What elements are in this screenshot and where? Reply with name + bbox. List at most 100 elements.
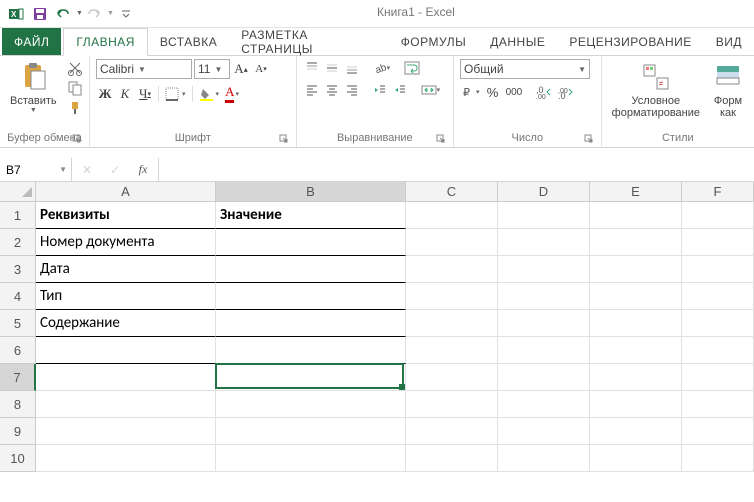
alignment-launcher-icon[interactable] [435, 133, 447, 145]
cell-E10[interactable] [590, 445, 682, 472]
align-middle-button[interactable] [323, 59, 341, 77]
format-as-table-button[interactable]: Форм как [708, 59, 748, 121]
cell-F2[interactable] [682, 229, 754, 256]
cell-E6[interactable] [590, 337, 682, 364]
cell-D1[interactable] [498, 202, 590, 229]
cell-A9[interactable] [36, 418, 216, 445]
row-header-3[interactable]: 3 [0, 256, 36, 283]
cell-D10[interactable] [498, 445, 590, 472]
cell-C6[interactable] [406, 337, 498, 364]
row-header-5[interactable]: 5 [0, 310, 36, 337]
tab-home[interactable]: ГЛАВНАЯ [63, 28, 148, 56]
cell-B8[interactable] [216, 391, 406, 418]
cell-C2[interactable] [406, 229, 498, 256]
font-name-combo[interactable]: Calibri▼ [96, 59, 192, 79]
cut-button[interactable] [65, 59, 85, 77]
cell-E9[interactable] [590, 418, 682, 445]
name-box-input[interactable] [4, 162, 56, 178]
cell-B5[interactable] [216, 310, 406, 337]
undo-icon[interactable] [54, 4, 74, 24]
cell-F1[interactable] [682, 202, 754, 229]
underline-button[interactable]: Ч ▾ [136, 85, 154, 103]
cell-D7[interactable] [498, 364, 590, 391]
comma-style-button[interactable]: 000 [504, 83, 525, 101]
cell-E2[interactable] [590, 229, 682, 256]
cell-D8[interactable] [498, 391, 590, 418]
increase-indent-button[interactable] [391, 81, 409, 99]
cell-A6[interactable] [36, 337, 216, 364]
cell-B9[interactable] [216, 418, 406, 445]
italic-button[interactable]: К [116, 85, 134, 103]
tab-insert[interactable]: ВСТАВКА [148, 28, 229, 55]
cell-F7[interactable] [682, 364, 754, 391]
save-icon[interactable] [30, 4, 50, 24]
align-left-button[interactable] [303, 81, 321, 99]
cell-F6[interactable] [682, 337, 754, 364]
number-launcher-icon[interactable] [583, 133, 595, 145]
cell-F5[interactable] [682, 310, 754, 337]
cell-A4[interactable]: Тип [36, 283, 216, 310]
font-color-button[interactable]: A▾ [223, 83, 241, 104]
row-header-9[interactable]: 9 [0, 418, 36, 445]
row-header-4[interactable]: 4 [0, 283, 36, 310]
conditional-formatting-button[interactable]: ≠ Условное форматирование [608, 59, 704, 121]
cancel-formula-button[interactable]: ✕ [78, 161, 96, 179]
insert-function-button[interactable]: fx [134, 161, 152, 179]
cell-D9[interactable] [498, 418, 590, 445]
cell-E5[interactable] [590, 310, 682, 337]
select-all-corner[interactable] [0, 182, 36, 202]
cell-B7[interactable] [216, 364, 406, 391]
number-format-combo[interactable]: Общий▼ [460, 59, 590, 79]
row-header-7[interactable]: 7 [0, 364, 36, 391]
align-bottom-button[interactable] [343, 59, 361, 77]
column-header-C[interactable]: C [406, 182, 498, 202]
cell-B1[interactable]: Значение [216, 202, 406, 229]
cell-B3[interactable] [216, 256, 406, 283]
cell-A3[interactable]: Дата [36, 256, 216, 283]
column-header-E[interactable]: E [590, 182, 682, 202]
tab-review[interactable]: РЕЦЕНЗИРОВАНИЕ [557, 28, 703, 55]
clipboard-launcher-icon[interactable] [71, 133, 83, 145]
cell-F9[interactable] [682, 418, 754, 445]
cell-C5[interactable] [406, 310, 498, 337]
wrap-text-button[interactable] [402, 59, 422, 77]
increase-font-button[interactable]: A▴ [232, 60, 250, 78]
cell-E4[interactable] [590, 283, 682, 310]
cell-F8[interactable] [682, 391, 754, 418]
formula-input[interactable] [165, 162, 748, 178]
percent-button[interactable]: % [484, 83, 502, 101]
cell-F3[interactable] [682, 256, 754, 283]
cell-C7[interactable] [406, 364, 498, 391]
redo-dropdown-arrow-icon[interactable]: ▼ [107, 10, 114, 17]
decrease-font-button[interactable]: A▾ [252, 60, 270, 78]
accept-formula-button[interactable]: ✓ [106, 161, 124, 179]
tab-page-layout[interactable]: РАЗМЕТКА СТРАНИЦЫ [229, 28, 388, 55]
cell-D4[interactable] [498, 283, 590, 310]
copy-button[interactable] [65, 79, 85, 97]
cell-C1[interactable] [406, 202, 498, 229]
row-header-8[interactable]: 8 [0, 391, 36, 418]
cell-F4[interactable] [682, 283, 754, 310]
row-header-6[interactable]: 6 [0, 337, 36, 364]
cell-B10[interactable] [216, 445, 406, 472]
increase-decimal-button[interactable]: ,0,00 [534, 83, 554, 101]
cell-D6[interactable] [498, 337, 590, 364]
row-header-2[interactable]: 2 [0, 229, 36, 256]
font-size-combo[interactable]: 11▼ [194, 59, 230, 79]
name-box-dropdown-icon[interactable]: ▼ [59, 165, 67, 174]
cell-B4[interactable] [216, 283, 406, 310]
column-header-A[interactable]: A [36, 182, 216, 202]
row-header-10[interactable]: 10 [0, 445, 36, 472]
accounting-format-button[interactable]: ₽▾ [460, 83, 482, 101]
cell-B2[interactable] [216, 229, 406, 256]
cell-C10[interactable] [406, 445, 498, 472]
decrease-indent-button[interactable] [371, 81, 389, 99]
cell-D5[interactable] [498, 310, 590, 337]
align-right-button[interactable] [343, 81, 361, 99]
format-painter-button[interactable] [65, 99, 85, 117]
bold-button[interactable]: Ж [96, 85, 114, 103]
cell-A7[interactable] [36, 364, 216, 391]
column-header-B[interactable]: B [216, 182, 406, 202]
tab-data[interactable]: ДАННЫЕ [478, 28, 557, 55]
cell-D2[interactable] [498, 229, 590, 256]
